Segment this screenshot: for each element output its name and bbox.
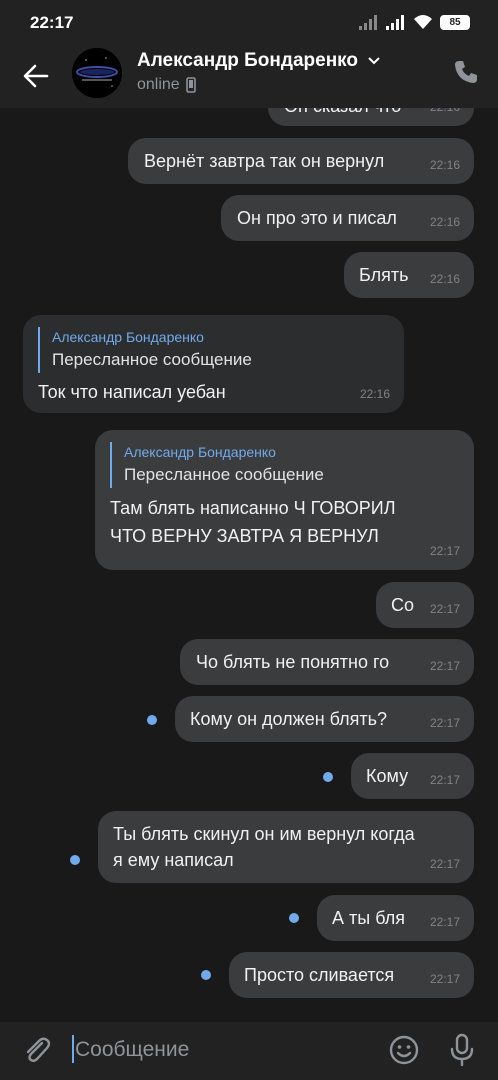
message-bubble[interactable]: Кому он должен блять? 22:17	[175, 696, 474, 742]
message-bubble[interactable]: Блять 22:16	[344, 252, 474, 298]
forward-author[interactable]: Александр Бондаренко	[124, 442, 474, 462]
attach-button[interactable]	[20, 1034, 52, 1066]
chat-header: Александр Бондаренко online	[0, 44, 498, 108]
mobile-device-icon	[185, 77, 196, 93]
unread-indicator	[147, 715, 157, 725]
message-time: 22:16	[359, 387, 390, 401]
message-text: Кому он должен блять?	[190, 709, 388, 729]
forward-label: Пересланное сообщение	[52, 350, 252, 369]
message-bubble[interactable]: Он про это и писал 22:16	[221, 195, 474, 241]
arrow-left-icon	[23, 64, 49, 88]
message-text: Там блять написанно Ч ГОВОРИЛ ЧТО ВЕРНУ …	[110, 498, 396, 546]
status-icons: 85	[359, 12, 470, 32]
text-cursor	[72, 1035, 74, 1063]
message-text: Чо блять не понятно го	[196, 652, 390, 672]
message-bubble[interactable]: Чо блять не понятно го 22:17	[180, 639, 474, 685]
unread-indicator	[289, 913, 299, 923]
status-bar: 22:17 85	[0, 0, 498, 44]
forward-label: Пересланное сообщение	[124, 465, 324, 484]
message-time: 22:16	[430, 108, 460, 120]
signal-icon	[359, 15, 377, 30]
message-time: 22:17	[429, 915, 460, 929]
message-text: Он сказал что	[284, 108, 401, 116]
back-button[interactable]	[18, 58, 54, 94]
presence-label: online	[137, 76, 180, 93]
voice-message-button[interactable]	[446, 1032, 478, 1068]
forward-author[interactable]: Александр Бондаренко	[52, 327, 404, 347]
message-time: 22:17	[429, 544, 460, 558]
message-list[interactable]: Он сказал что 22:16 Вернёт завтра так он…	[0, 108, 498, 1022]
message-bubble[interactable]: Он сказал что 22:16	[268, 108, 474, 126]
message-text: Вернёт завтра так он вернул	[144, 151, 385, 171]
message-bubble[interactable]: Ты блять скинул он им вернул когда я ему…	[98, 811, 474, 883]
avatar[interactable]	[72, 48, 122, 98]
message-bubble[interactable]: Александр Бондаренко Пересланное сообщен…	[95, 430, 474, 570]
message-bubble[interactable]: А ты бля 22:17	[317, 895, 474, 941]
message-bubble[interactable]: Просто сливается 22:17	[229, 952, 474, 998]
message-text: Ток что написал уебан	[38, 382, 226, 402]
emoji-button[interactable]	[388, 1034, 420, 1066]
message-text: Ты блять скинул он им вернул когда я ему…	[113, 824, 415, 870]
message-time: 22:17	[429, 773, 460, 787]
message-text: Со	[391, 595, 415, 615]
avatar-image	[72, 48, 122, 98]
chevron-down-icon[interactable]	[367, 56, 381, 66]
message-time: 22:17	[429, 716, 460, 730]
message-bubble-incoming[interactable]: Александр Бондаренко Пересланное сообщен…	[23, 315, 404, 413]
contact-name[interactable]: Александр Бондаренко	[137, 50, 358, 72]
signal-icon	[386, 15, 404, 30]
message-text: Блять	[359, 265, 409, 285]
message-text: А ты бля	[332, 908, 405, 928]
phone-icon	[455, 61, 477, 83]
message-time: 22:17	[429, 972, 460, 986]
presence-status: online	[137, 76, 196, 94]
unread-indicator	[201, 970, 211, 980]
message-composer	[0, 1022, 498, 1080]
forwarded-block[interactable]: Александр Бондаренко Пересланное сообщен…	[110, 442, 474, 488]
message-time: 22:17	[429, 602, 460, 616]
message-text: Кому	[366, 766, 409, 786]
message-time: 22:16	[429, 215, 460, 229]
message-time: 22:16	[429, 272, 460, 286]
message-time: 22:17	[429, 857, 460, 871]
message-bubble[interactable]: Вернёт завтра так он вернул 22:16	[128, 138, 474, 184]
message-time: 22:17	[429, 659, 460, 673]
unread-indicator	[323, 772, 333, 782]
message-time: 22:16	[429, 158, 460, 172]
message-input[interactable]	[75, 1036, 375, 1064]
forwarded-block[interactable]: Александр Бондаренко Пересланное сообщен…	[38, 327, 404, 373]
message-bubble[interactable]: Со 22:17	[376, 582, 474, 628]
call-button[interactable]	[452, 58, 482, 88]
paperclip-icon	[26, 1037, 51, 1062]
status-time: 22:17	[30, 13, 74, 32]
smile-icon	[389, 1035, 419, 1065]
message-bubble[interactable]: Кому 22:17	[351, 753, 474, 799]
unread-indicator	[70, 855, 80, 865]
message-text: Он про это и писал	[237, 208, 397, 228]
wifi-icon	[414, 15, 432, 29]
message-text: Просто сливается	[244, 965, 395, 985]
battery-indicator: 85	[440, 14, 470, 30]
microphone-icon	[450, 1033, 474, 1067]
